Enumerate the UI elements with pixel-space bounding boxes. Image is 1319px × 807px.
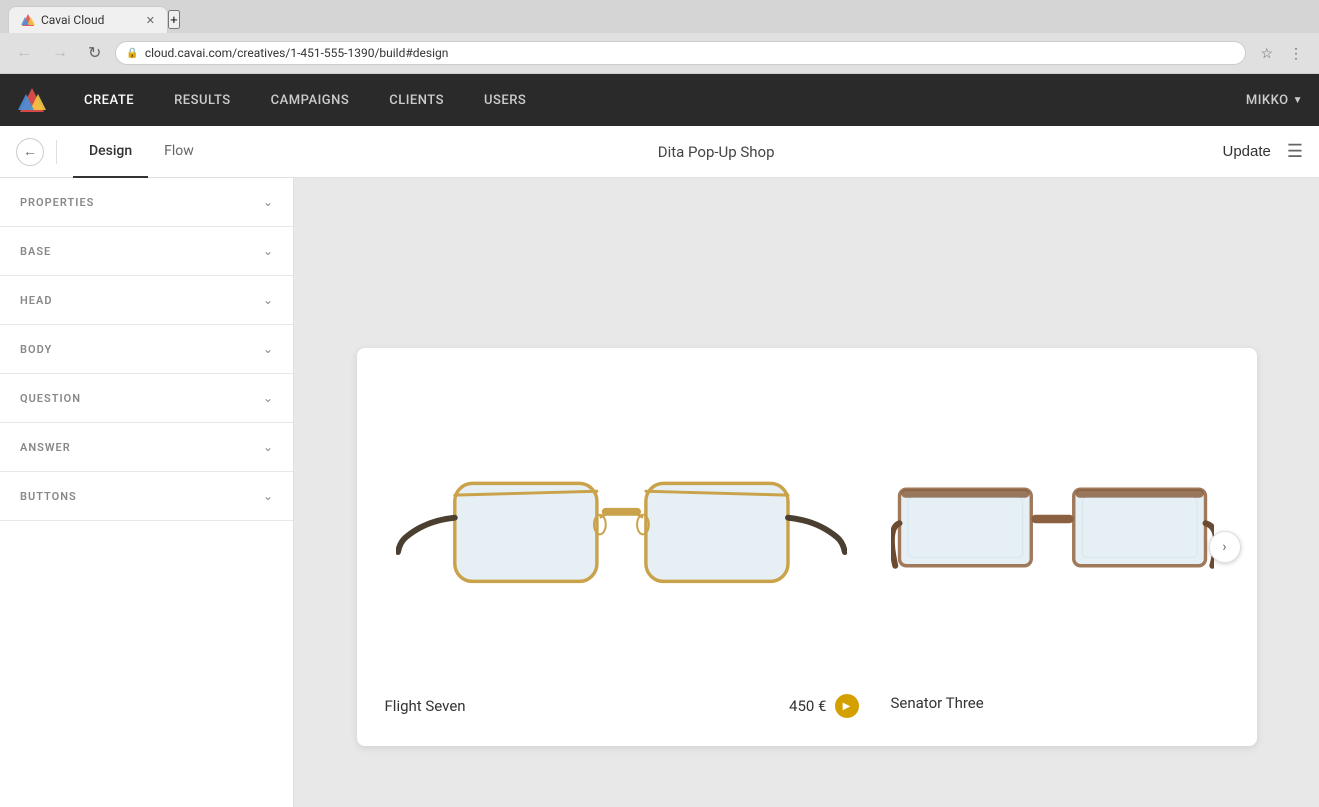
app-logo bbox=[16, 84, 48, 116]
tab-favicon bbox=[21, 13, 35, 27]
product-1-price: 450 € bbox=[789, 697, 826, 715]
sidebar-section-body: BODY ⌄ bbox=[0, 325, 293, 374]
refresh-button[interactable]: ↻ bbox=[82, 39, 107, 67]
base-label: BASE bbox=[20, 245, 51, 258]
buttons-chevron: ⌄ bbox=[263, 489, 273, 503]
hamburger-button[interactable]: ☰ bbox=[1287, 141, 1303, 162]
carousel-next-button[interactable]: › bbox=[1209, 531, 1241, 563]
product-card-2-info: Senator Three bbox=[883, 678, 1223, 720]
tab-title: Cavai Cloud bbox=[41, 13, 104, 27]
flight-seven-glasses-svg bbox=[396, 380, 847, 665]
tab-close-button[interactable]: ✕ bbox=[146, 14, 155, 27]
nav-results[interactable]: RESULTS bbox=[154, 74, 251, 126]
sidebar: PROPERTIES ⌄ BASE ⌄ HEAD ⌄ BODY ⌄ QUESTI bbox=[0, 178, 294, 807]
product-card-1-info: Flight Seven 450 € ▶ bbox=[377, 678, 867, 726]
question-label: QUESTION bbox=[20, 392, 81, 405]
sub-header: ← Design Flow Dita Pop-Up Shop Update ☰ bbox=[0, 126, 1319, 178]
properties-label: PROPERTIES bbox=[20, 196, 94, 209]
question-chevron: ⌄ bbox=[263, 391, 273, 405]
user-menu-chevron: ▼ bbox=[1293, 95, 1303, 106]
browser-tabs: Cavai Cloud ✕ + bbox=[0, 0, 1319, 33]
product-1-price-button[interactable]: ▶ bbox=[835, 694, 859, 718]
browser-chrome: Cavai Cloud ✕ + ← → ↻ 🔒 cloud.cavai.com/… bbox=[0, 0, 1319, 74]
base-chevron: ⌄ bbox=[263, 244, 273, 258]
product-card-2-image bbox=[883, 368, 1223, 678]
product-card-1-image bbox=[377, 368, 867, 678]
sidebar-section-head-header[interactable]: HEAD ⌄ bbox=[0, 276, 293, 324]
sidebar-section-base-header[interactable]: BASE ⌄ bbox=[0, 227, 293, 275]
forward-button[interactable]: → bbox=[46, 40, 74, 66]
sidebar-section-answer-header[interactable]: ANSWER ⌄ bbox=[0, 423, 293, 471]
user-menu[interactable]: MIKKO ▼ bbox=[1246, 93, 1303, 108]
user-name: MIKKO bbox=[1246, 93, 1289, 108]
canvas-inner: Flight Seven 450 € ▶ bbox=[314, 228, 1299, 807]
sidebar-section-properties-header[interactable]: PROPERTIES ⌄ bbox=[0, 178, 293, 226]
senator-three-glasses-svg bbox=[891, 376, 1214, 671]
update-button[interactable]: Update bbox=[1222, 143, 1270, 160]
tab-flow[interactable]: Flow bbox=[148, 126, 210, 178]
url-text: cloud.cavai.com/creatives/1-451-555-1390… bbox=[145, 46, 1236, 60]
carousel-next-icon: › bbox=[1222, 539, 1226, 555]
nav-clients[interactable]: CLIENTS bbox=[369, 74, 464, 126]
toolbar-right: ☆ ⋮ bbox=[1254, 41, 1309, 66]
main-layout: PROPERTIES ⌄ BASE ⌄ HEAD ⌄ BODY ⌄ QUESTI bbox=[0, 178, 1319, 807]
product-1-price-area: 450 € ▶ bbox=[789, 694, 858, 718]
sidebar-section-body-header[interactable]: BODY ⌄ bbox=[0, 325, 293, 373]
properties-chevron: ⌄ bbox=[263, 195, 273, 209]
active-tab[interactable]: Cavai Cloud ✕ bbox=[8, 6, 168, 33]
answer-label: ANSWER bbox=[20, 441, 71, 454]
address-bar[interactable]: 🔒 cloud.cavai.com/creatives/1-451-555-13… bbox=[115, 41, 1246, 65]
nav-users[interactable]: USERS bbox=[464, 74, 546, 126]
sub-tabs: Design Flow bbox=[73, 126, 210, 178]
sidebar-section-question: QUESTION ⌄ bbox=[0, 374, 293, 423]
new-tab-button[interactable]: + bbox=[168, 10, 180, 29]
product-cards-container: Flight Seven 450 € ▶ bbox=[357, 348, 1257, 746]
lock-icon: 🔒 bbox=[126, 48, 138, 59]
back-button[interactable]: ← bbox=[10, 40, 38, 66]
body-label: BODY bbox=[20, 343, 52, 356]
divider bbox=[56, 140, 57, 164]
app-nav: CREATE RESULTS CAMPAIGNS CLIENTS USERS M… bbox=[0, 74, 1319, 126]
canvas-area: Flight Seven 450 € ▶ bbox=[294, 178, 1319, 807]
nav-campaigns[interactable]: CAMPAIGNS bbox=[251, 74, 370, 126]
sidebar-section-question-header[interactable]: QUESTION ⌄ bbox=[0, 374, 293, 422]
nav-create[interactable]: CREATE bbox=[64, 74, 154, 126]
head-label: HEAD bbox=[20, 294, 53, 307]
browser-toolbar: ← → ↻ 🔒 cloud.cavai.com/creatives/1-451-… bbox=[0, 33, 1319, 73]
head-chevron: ⌄ bbox=[263, 293, 273, 307]
project-title: Dita Pop-Up Shop bbox=[210, 143, 1223, 161]
more-button[interactable]: ⋮ bbox=[1283, 41, 1309, 66]
price-btn-icon: ▶ bbox=[843, 701, 851, 712]
product-card-1: Flight Seven 450 € ▶ bbox=[377, 368, 867, 726]
sidebar-section-base: BASE ⌄ bbox=[0, 227, 293, 276]
sidebar-section-buttons: BUTTONS ⌄ bbox=[0, 472, 293, 521]
answer-chevron: ⌄ bbox=[263, 440, 273, 454]
body-chevron: ⌄ bbox=[263, 342, 273, 356]
tab-design[interactable]: Design bbox=[73, 126, 148, 178]
bookmark-button[interactable]: ☆ bbox=[1254, 41, 1279, 66]
sidebar-section-buttons-header[interactable]: BUTTONS ⌄ bbox=[0, 472, 293, 520]
sidebar-section-head: HEAD ⌄ bbox=[0, 276, 293, 325]
product-card-2: Senator Three bbox=[883, 368, 1223, 726]
buttons-label: BUTTONS bbox=[20, 490, 77, 503]
sidebar-section-properties: PROPERTIES ⌄ bbox=[0, 178, 293, 227]
sidebar-section-answer: ANSWER ⌄ bbox=[0, 423, 293, 472]
product-1-name: Flight Seven bbox=[385, 697, 466, 715]
product-2-name: Senator Three bbox=[891, 694, 984, 712]
back-button[interactable]: ← bbox=[16, 138, 44, 166]
